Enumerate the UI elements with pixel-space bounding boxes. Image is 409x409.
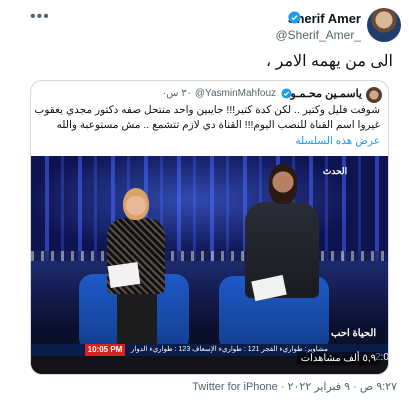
ticker-clock: 10:05 PM xyxy=(85,344,125,356)
quoted-verified-badge-icon xyxy=(281,88,292,99)
show-thread-link[interactable]: عرض هذه السلسلة xyxy=(295,135,380,147)
author-handle[interactable]: @Sherif_Amer_ xyxy=(275,28,361,42)
program-logo: الحياة احب xyxy=(331,328,377,339)
video-presenter-woman xyxy=(123,188,149,220)
quoted-author-handle[interactable]: @YasminMahfouz xyxy=(195,88,276,99)
video-player[interactable]: الحدث 10:05 PM مشاوير: طواريء الفجر 121 … xyxy=(31,156,388,374)
quoted-author-avatar[interactable] xyxy=(366,87,382,103)
quoted-tweet-card[interactable]: ياسمـين محـمـود @YasminMahfouz ٣٠ س· شوف… xyxy=(30,80,389,375)
quoted-tweet-text-line: غيروا اسم القناة للنصب اليوم!!! القناة د… xyxy=(56,119,380,131)
quoted-author-name[interactable]: ياسمـين محـمـود xyxy=(286,87,362,100)
video-presenter-man xyxy=(269,164,297,204)
quoted-tweet-time[interactable]: ٣٠ س· xyxy=(163,88,192,99)
author-avatar[interactable] xyxy=(367,8,401,42)
verified-badge-icon xyxy=(288,11,301,24)
channel-logo: الحدث xyxy=(322,166,348,176)
video-presenter-woman xyxy=(117,288,157,352)
video-view-count: ٥,٩ ألف مشاهدات xyxy=(296,352,380,365)
more-options-button[interactable]: ••• xyxy=(30,8,50,26)
tweet-timestamp[interactable]: ٩:٢٧ ص · ٩ فبراير ٢٠٢٢ · Twitter for iPh… xyxy=(192,380,397,393)
video-paper-prop xyxy=(107,262,141,288)
quoted-tweet-text-line: شوفت فليل وكتير .. لكن كدة كتير!!! جايبي… xyxy=(30,104,380,116)
tweet-text: الى من يهمه الامر ، xyxy=(266,53,393,70)
